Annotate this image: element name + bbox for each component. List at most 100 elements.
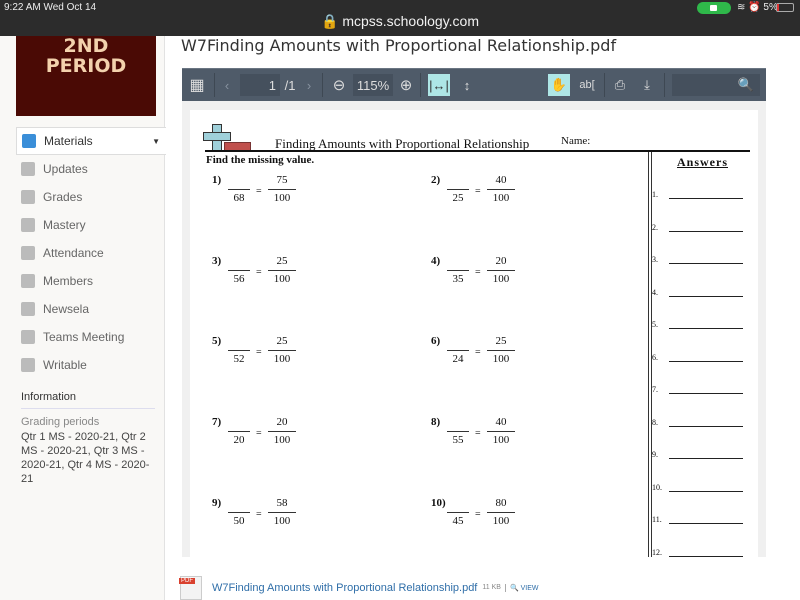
pdf-page: Finding Amounts with Proportional Relati… <box>190 110 758 557</box>
sidebar-item-updates[interactable]: Updates <box>16 155 166 183</box>
ratio-denominator: 100 <box>492 434 510 447</box>
view-link[interactable]: 🔍 VIEW <box>504 583 539 592</box>
mastery-icon <box>21 218 35 232</box>
sidebar-item-members[interactable]: Members <box>16 267 166 295</box>
divider <box>205 150 750 152</box>
url-text: mcpss.schoology.com <box>342 13 479 29</box>
answers-heading: Answers <box>677 155 728 169</box>
ratio-numerator: 40 <box>495 174 507 186</box>
grades-icon <box>21 190 35 204</box>
address-bar[interactable]: 🔒 mcpss.schoology.com <box>0 13 800 30</box>
writable-icon <box>21 358 35 372</box>
answer-line <box>669 425 743 427</box>
view-label[interactable]: VIEW <box>521 585 539 592</box>
sidebar-item-materials[interactable]: Materials ▼ <box>16 127 166 155</box>
answer-blank: 5. <box>652 320 743 329</box>
answer-number: 11. <box>652 515 662 524</box>
problem-number: 4) <box>431 254 441 267</box>
known-denominator: 68 <box>233 192 245 204</box>
answer-line <box>669 263 743 264</box>
ratio-denominator: 100 <box>492 514 510 527</box>
answer-number: 10. <box>652 482 662 492</box>
battery-icon <box>776 3 794 12</box>
attachment: W7Finding Amounts with Proportional Rela… <box>179 575 539 600</box>
wifi-icon: ≋ ⏰ 5% <box>737 2 778 13</box>
pdf-viewer[interactable]: Finding Amounts with Proportional Relati… <box>182 101 766 557</box>
members-icon <box>21 274 35 288</box>
chevron-down-icon[interactable]: ▼ <box>152 137 160 146</box>
newsela-icon <box>21 302 35 316</box>
known-denominator: 50 <box>233 514 245 527</box>
answer-blank: 6. <box>652 353 743 362</box>
print-icon[interactable]: ⎙ <box>610 74 630 96</box>
sidebar-item-label: Members <box>43 274 94 288</box>
answer-blank: 4. <box>652 287 743 297</box>
teams-icon <box>21 330 35 344</box>
download-icon[interactable]: ⤓ <box>637 74 657 96</box>
answer-number: 3. <box>652 255 658 264</box>
answer-blank: 10. <box>652 482 743 492</box>
ratio-numerator: 20 <box>276 416 288 429</box>
answer-blank: 8. <box>652 418 743 427</box>
sidebar: 2ND PERIOD Materials ▼ Updates Grades Mastery… <box>0 36 166 600</box>
worksheet-logo-icon-bar <box>203 132 231 141</box>
sidebar-item-teams-meeting[interactable]: Teams Meeting <box>16 323 166 351</box>
updates-icon <box>21 162 35 176</box>
thumbnails-icon[interactable]: ▦ <box>187 74 207 96</box>
search-icon[interactable]: 🔍 <box>738 77 754 93</box>
hand-tool-icon[interactable]: ✋ <box>548 74 570 96</box>
next-page-icon[interactable]: › <box>302 74 316 96</box>
problem-number: 7) <box>212 416 222 429</box>
text-select-icon[interactable]: ab[ <box>576 74 598 96</box>
prev-page-icon[interactable]: ‹ <box>220 74 234 96</box>
answer-blank: 1. <box>652 190 743 199</box>
answer-number: 4. <box>652 287 658 297</box>
zoom-in-icon[interactable]: ⊕ <box>398 74 414 96</box>
sidebar-item-label: Attendance <box>43 246 104 260</box>
sidebar-item-grades[interactable]: Grades <box>16 183 166 211</box>
pdf-toolbar: ▦ ‹ 1 /1 › ⊖ 115% ⊕ |↔| ↕ ✋ ab[ ⎙ ⤓ 🔍 <box>182 68 766 101</box>
course-logo[interactable]: 2ND PERIOD <box>16 36 156 116</box>
answer-number: 7. <box>652 385 658 394</box>
sidebar-item-label: Updates <box>43 162 88 176</box>
answer-blank: 12. <box>652 547 743 557</box>
answer-blank: 7. <box>652 385 743 394</box>
instructions: Find the missing value. <box>206 154 315 166</box>
pdf-file-icon <box>179 575 202 600</box>
page-title: W7Finding Amounts with Proportional Rela… <box>181 36 617 55</box>
fit-height-icon[interactable]: ↕ <box>458 74 476 96</box>
answer-line <box>669 393 743 394</box>
sidebar-item-newsela[interactable]: Newsela <box>16 295 166 323</box>
attachment-link[interactable]: W7Finding Amounts with Proportional Rela… <box>212 582 477 594</box>
sidebar-item-writable[interactable]: Writable <box>16 351 166 379</box>
known-denominator: 56 <box>233 272 245 285</box>
ratio-denominator: 100 <box>273 514 291 527</box>
known-denominator: 25 <box>452 192 464 204</box>
known-denominator: 24 <box>452 353 464 366</box>
page-number-input[interactable]: 1 <box>240 74 280 96</box>
problem-number: 9) <box>212 496 222 509</box>
sidebar-item-label: Teams Meeting <box>43 330 125 344</box>
ratio-numerator: 25 <box>276 335 288 348</box>
materials-icon <box>22 134 36 148</box>
ratio-denominator: 100 <box>492 192 510 204</box>
zoom-out-icon[interactable]: ⊖ <box>331 74 347 96</box>
sidebar-item-label: Grades <box>43 190 83 204</box>
sidebar-item-label: Newsela <box>43 302 90 316</box>
ratio-denominator: 100 <box>273 434 291 447</box>
fit-width-icon[interactable]: |↔| <box>428 74 450 96</box>
sidebar-item-label: Materials <box>44 134 93 148</box>
ratio-numerator: 40 <box>495 416 507 429</box>
answer-number: 12. <box>652 547 662 557</box>
answer-line <box>669 295 743 297</box>
sidebar-item-mastery[interactable]: Mastery <box>16 211 166 239</box>
answer-number: 2. <box>652 222 658 232</box>
search-input[interactable]: 🔍 <box>672 74 760 96</box>
answer-line <box>669 555 743 557</box>
ratio-denominator: 100 <box>492 272 510 285</box>
zoom-level[interactable]: 115% <box>353 74 393 96</box>
ratio-numerator: 58 <box>276 496 288 509</box>
answer-line <box>669 523 743 524</box>
sidebar-item-attendance[interactable]: Attendance <box>16 239 166 267</box>
course-nav: Materials ▼ Updates Grades Mastery Attendance… <box>16 127 166 379</box>
